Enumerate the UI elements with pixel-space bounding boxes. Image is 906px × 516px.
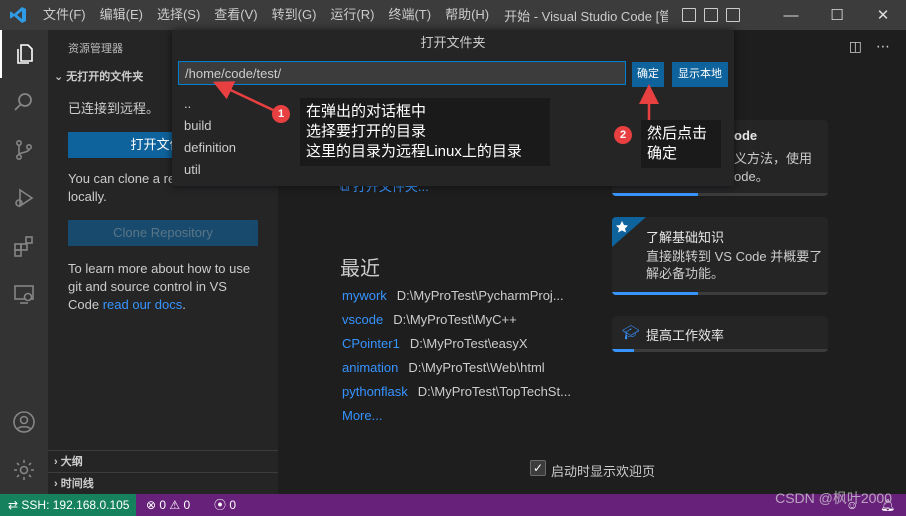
annotation-arrows bbox=[212, 81, 659, 128]
watermark: CSDN @枫叶2000 bbox=[775, 490, 892, 506]
broadcast-icon: ⦿ bbox=[214, 498, 230, 512]
ports-count: 0 bbox=[229, 498, 237, 512]
error-count: 0 bbox=[159, 498, 167, 512]
annotation-line: 确定 bbox=[647, 145, 678, 162]
warning-icon: ⚠ bbox=[169, 498, 184, 512]
annotation-number-2: 2 bbox=[614, 126, 632, 144]
problems-indicator[interactable]: ⊗ 0 ⚠ 0 bbox=[146, 494, 190, 516]
annotation-box-1: 在弹出的对话框中 选择要打开的目录 这里的目录为远程Linux上的目录 bbox=[300, 98, 550, 166]
annotation-arrow-1 bbox=[212, 81, 274, 112]
status-bar: ⇄ SSH: 192.168.0.105 ⊗ 0 ⚠ 0 ⦿ 0 ☺ 🔔︎ bbox=[0, 494, 906, 516]
remote-label: SSH: 192.168.0.105 bbox=[21, 498, 130, 512]
annotation-line: 然后点击 bbox=[647, 125, 708, 142]
remote-indicator[interactable]: ⇄ SSH: 192.168.0.105 bbox=[0, 494, 136, 516]
ports-indicator[interactable]: ⦿ 0 bbox=[214, 494, 236, 516]
annotation-line: 选择要打开的目录 bbox=[306, 123, 427, 140]
vscode-window: 文件(F) 编辑(E) 选择(S) 查看(V) 转到(G) 运行(R) 终端(T… bbox=[0, 0, 906, 516]
annotation-box-2: 然后点击 确定 bbox=[641, 120, 721, 168]
warning-count: 0 bbox=[183, 498, 191, 512]
annotation-number-1: 1 bbox=[272, 105, 290, 123]
annotation-line: 在弹出的对话框中 bbox=[306, 103, 427, 120]
error-icon: ⊗ bbox=[146, 498, 160, 512]
annotation-line: 这里的目录为远程Linux上的目录 bbox=[306, 143, 522, 160]
remote-icon: ⇄ bbox=[8, 498, 22, 512]
